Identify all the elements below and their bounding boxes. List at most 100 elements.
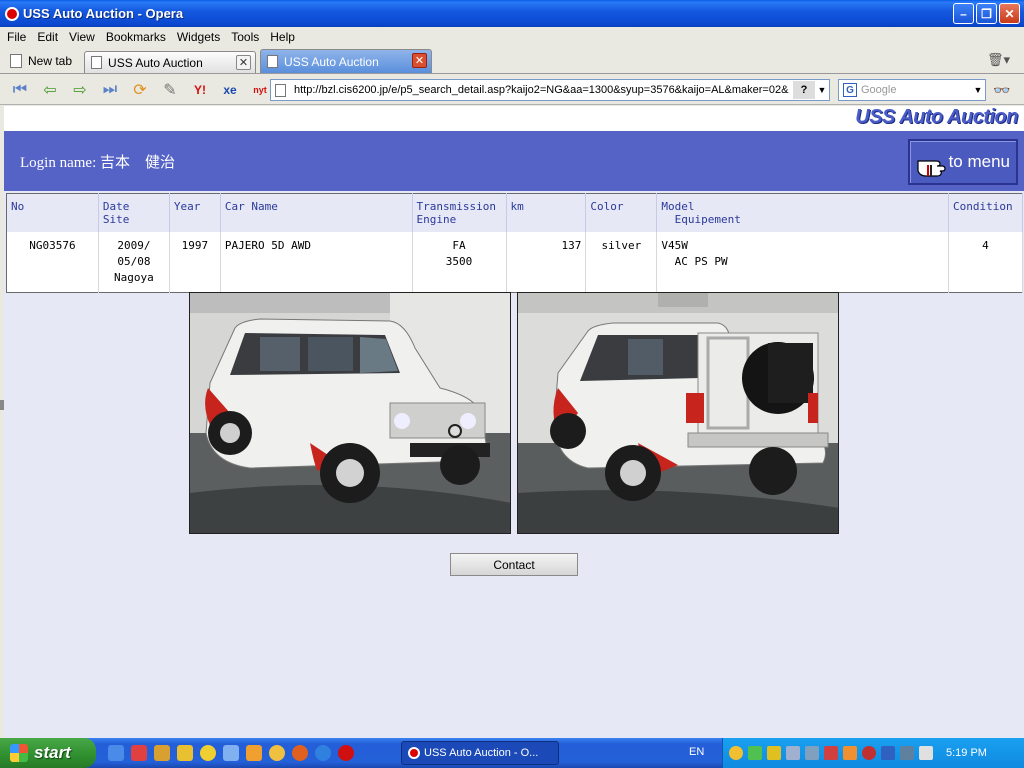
edit-icon[interactable]: ✎ <box>158 80 182 100</box>
header-date-site: Date Site <box>98 193 170 232</box>
security-tray-icon[interactable] <box>748 746 762 760</box>
monitor-tray-icon[interactable] <box>900 746 914 760</box>
menu-widgets[interactable]: Widgets <box>177 30 220 44</box>
header-km: km <box>506 193 587 232</box>
to-menu-button[interactable]: to menu <box>908 139 1018 185</box>
header-model-equipment: Model Equipement <box>656 193 949 232</box>
cell-model-equipment: V45W AC PS PW <box>656 232 949 293</box>
menu-help[interactable]: Help <box>270 30 295 44</box>
tab-bar: New tab USS Auto Auction ✕ USS Auto Auct… <box>0 47 1024 74</box>
vehicle-detail-table: No Date Site Year Car Name Transmission En… <box>6 193 1024 293</box>
back-icon[interactable]: ⇦ <box>38 80 62 100</box>
window-title: USS Auto Auction - Opera <box>23 6 184 21</box>
tab-uss-auction-2[interactable]: USS Auto Auction ✕ <box>260 49 433 73</box>
cell-no: NG03576 <box>6 232 99 293</box>
menu-bookmarks[interactable]: Bookmarks <box>106 30 166 44</box>
maximize-button[interactable]: ❐ <box>976 3 997 24</box>
ie-icon[interactable] <box>108 745 124 761</box>
messenger-tray-icon[interactable] <box>729 746 743 760</box>
chevron-down-icon[interactable]: ▼ <box>971 85 985 95</box>
car-photo-rear[interactable] <box>517 292 839 534</box>
yahoo-icon[interactable]: Y! <box>188 80 212 100</box>
url-text[interactable]: http://bzl.cis6200.jp/e/p5_search_detail… <box>294 84 793 96</box>
menu-file[interactable]: File <box>7 30 26 44</box>
search-input[interactable]: Google <box>861 84 971 96</box>
opera-quicklaunch-icon[interactable] <box>338 745 354 761</box>
mail-icon[interactable] <box>223 745 239 761</box>
start-button[interactable]: start <box>0 738 96 768</box>
header-year: Year <box>169 193 221 232</box>
contact-button[interactable]: Contact <box>450 553 578 576</box>
app-tray-icon[interactable] <box>843 746 857 760</box>
to-menu-label: to menu <box>948 152 1010 171</box>
cell-car-name: PAJERO 5D AWD <box>220 232 413 293</box>
tab-uss-auction-1[interactable]: USS Auto Auction ✕ <box>84 51 257 73</box>
minimize-button[interactable]: – <box>953 3 974 24</box>
address-bar[interactable]: http://bzl.cis6200.jp/e/p5_search_detail… <box>270 79 830 101</box>
clock-app-icon[interactable] <box>246 745 262 761</box>
quick-launch <box>108 745 361 761</box>
login-bar: Login name: 吉本 健治 to menu <box>4 131 1024 191</box>
scroll-indicator <box>0 400 4 410</box>
opera-icon <box>408 747 420 759</box>
page-icon <box>275 83 286 97</box>
table-row: NG03576 2009/05/08 Nagoya 1997 PAJERO 5D … <box>6 232 1024 293</box>
network-icon[interactable] <box>786 746 800 760</box>
reload-icon[interactable]: ⟳ <box>128 80 152 100</box>
cell-date-site: 2009/05/08 Nagoya <box>98 232 170 293</box>
xe-icon[interactable]: xe <box>218 80 242 100</box>
acrobat-icon[interactable] <box>131 745 147 761</box>
firefox-icon[interactable] <box>292 745 308 761</box>
winamp-icon[interactable] <box>177 745 193 761</box>
new-tab-label: New tab <box>28 54 73 68</box>
google-icon: G <box>843 83 857 97</box>
menu-edit[interactable]: Edit <box>37 30 58 44</box>
volume-icon[interactable] <box>919 746 933 760</box>
windows-logo-icon <box>10 744 28 762</box>
nyt-icon[interactable]: nyt <box>248 80 272 100</box>
fast-forward-icon[interactable]: ⏭ <box>98 80 122 100</box>
usb-icon[interactable] <box>805 746 819 760</box>
forward-icon[interactable]: ⇨ <box>68 80 92 100</box>
menu-tools[interactable]: Tools <box>231 30 259 44</box>
glasses-icon[interactable]: 👓 <box>993 82 1010 99</box>
folder-icon[interactable] <box>154 745 170 761</box>
help-icon[interactable]: ? <box>793 81 815 99</box>
tab-label: USS Auto Auction <box>284 54 379 69</box>
close-window-button[interactable]: ✕ <box>999 3 1020 24</box>
table-header-row: No Date Site Year Car Name Transmission En… <box>6 193 1024 232</box>
language-indicator[interactable]: EN <box>689 746 704 758</box>
trash-icon[interactable]: 🗑▾ <box>987 52 1010 68</box>
page-icon <box>267 55 279 68</box>
start-label: start <box>34 743 71 762</box>
media-player-icon[interactable] <box>269 745 285 761</box>
taskbar-item-opera[interactable]: USS Auto Auction - O... <box>401 741 559 765</box>
car-photo-front[interactable] <box>189 292 511 534</box>
header-car-name: Car Name <box>220 193 413 232</box>
menu-view[interactable]: View <box>69 30 95 44</box>
chevron-down-icon[interactable]: ▼ <box>815 81 829 99</box>
rewind-icon[interactable]: ⏮ <box>8 80 32 100</box>
new-tab-button[interactable]: New tab <box>0 49 80 73</box>
cell-color: silver <box>585 232 658 293</box>
header-condition: Condition <box>948 193 1024 232</box>
cell-condition: 4 <box>948 232 1024 293</box>
close-tab-icon[interactable]: ✕ <box>236 55 252 70</box>
cell-transmission-engine: FA 3500 <box>412 232 507 293</box>
cell-year: 1997 <box>169 232 221 293</box>
ie-icon-2[interactable] <box>315 745 331 761</box>
shield-icon[interactable] <box>767 746 781 760</box>
messenger-icon[interactable] <box>200 745 216 761</box>
menu-bar: File Edit View Bookmarks Widgets Tools H… <box>0 27 1024 47</box>
window-titlebar: USS Auto Auction - Opera – ❐ ✕ <box>0 0 1024 27</box>
taskbar: start USS Auto Auction - O... EN 5:19 PM <box>0 738 1024 768</box>
clock: 5:19 PM <box>946 747 987 759</box>
logo-strip: USS Auto Auction <box>4 106 1024 131</box>
navigation-bar: ⏮ ⇦ ⇨ ⏭ ⟳ ✎ Y! xe nyt http://bzl.cis6200… <box>0 75 1024 105</box>
tool-tray-icon[interactable] <box>824 746 838 760</box>
display-tray-icon[interactable] <box>881 746 895 760</box>
search-box[interactable]: G Google ▼ <box>838 79 986 101</box>
uss-logo: USS Auto Auction <box>855 106 1018 128</box>
close-tab-icon[interactable]: ✕ <box>412 53 428 68</box>
antivirus-tray-icon[interactable] <box>862 746 876 760</box>
